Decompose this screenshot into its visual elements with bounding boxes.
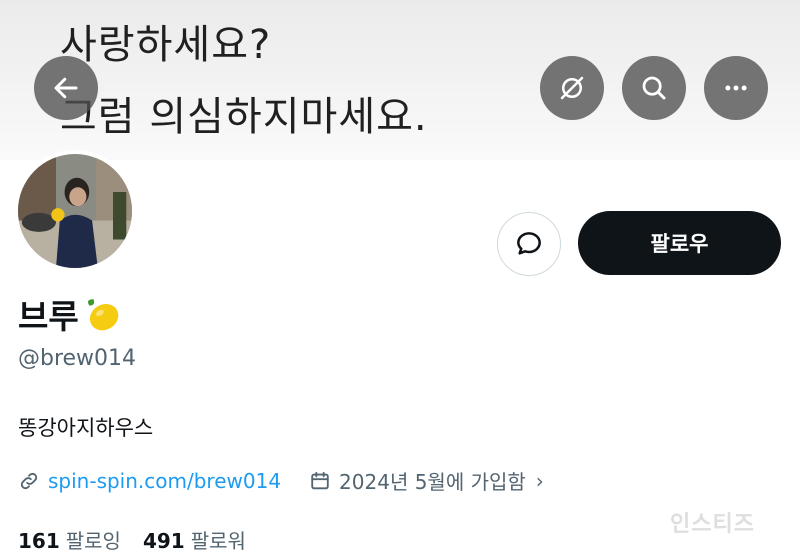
following-stat[interactable]: 161 팔로잉 bbox=[18, 525, 121, 554]
followers-count: 491 bbox=[142, 529, 185, 553]
back-button[interactable] bbox=[34, 56, 98, 120]
user-handle: @brew014 bbox=[18, 346, 137, 371]
link-icon bbox=[20, 472, 38, 489]
following-label: 팔로잉 bbox=[65, 529, 121, 553]
translate-slash-icon bbox=[560, 76, 584, 100]
joined-date[interactable]: 2024년 5월에 가입함 › bbox=[309, 466, 544, 495]
more-button[interactable] bbox=[704, 56, 768, 120]
message-button[interactable] bbox=[497, 212, 561, 276]
banner-text-line-1: 사랑하세요? bbox=[60, 22, 272, 68]
bio-text: 똥강아지하우스 bbox=[18, 416, 154, 440]
lemon-icon bbox=[87, 299, 119, 331]
banner-text-line-2: 그럼 의심하지마세요. bbox=[60, 94, 428, 140]
joined-date-text: 2024년 5월에 가입함 bbox=[339, 470, 526, 494]
chevron-right-icon: › bbox=[535, 468, 544, 493]
watermark: 인스티즈 bbox=[670, 512, 755, 537]
translate-button[interactable] bbox=[540, 56, 604, 120]
more-horizontal-icon bbox=[725, 85, 747, 91]
profile-meta-row: spin-spin.com/brew014 2024년 5월에 가입함 › bbox=[18, 466, 544, 495]
search-icon bbox=[642, 76, 666, 100]
avatar-photo bbox=[18, 154, 132, 268]
followers-stat[interactable]: 491 팔로워 bbox=[143, 525, 246, 554]
profile-link[interactable]: spin-spin.com/brew014 bbox=[18, 469, 281, 493]
calendar-icon bbox=[311, 471, 329, 489]
message-bubble-icon bbox=[517, 232, 541, 255]
follow-stats: 161 팔로잉 491 팔로워 bbox=[18, 525, 268, 554]
search-button[interactable] bbox=[622, 56, 686, 120]
follow-button[interactable]: 팔로우 bbox=[578, 211, 781, 275]
profile-link-text[interactable]: spin-spin.com/brew014 bbox=[48, 469, 281, 493]
following-count: 161 bbox=[18, 529, 60, 553]
arrow-left-icon bbox=[54, 77, 78, 99]
followers-label: 팔로워 bbox=[190, 529, 246, 553]
display-name-row: 브루 bbox=[18, 290, 123, 338]
display-name: 브루 bbox=[18, 297, 79, 336]
avatar[interactable] bbox=[14, 150, 136, 272]
